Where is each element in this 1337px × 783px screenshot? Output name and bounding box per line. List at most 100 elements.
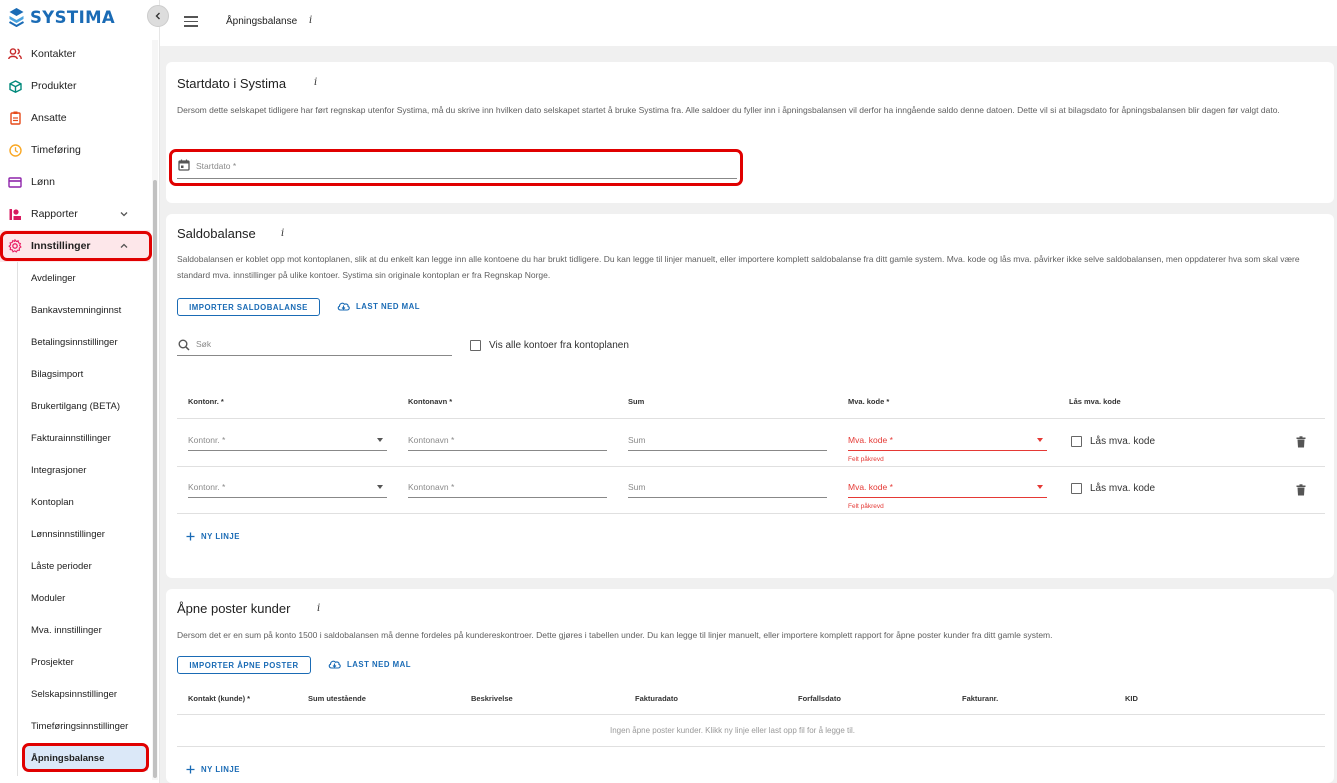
sidebar: SYSTIMA Kontakter Produkter Ansatte Time… [0,0,160,783]
kontonavn-input[interactable]: Kontonavn * [408,434,607,451]
kontonavn-placeholder: Kontonavn * [408,482,455,492]
sidebar-subitem[interactable]: Timeføringsinnstillinger [24,713,148,739]
show-all-accounts-label: Vis alle kontoer fra kontoplanen [489,340,629,351]
column-header: Sum utestående [308,694,366,703]
systima-logo[interactable]: SYSTIMA [8,6,115,28]
divider [177,714,1325,715]
systima-logo-icon [9,8,24,27]
submenu-line [17,262,18,776]
settings-gear-icon [8,239,22,253]
sidebar-subitem-apningsbalanse[interactable]: Åpningsbalanse [24,745,148,771]
chevron-up-icon [120,243,128,248]
sidebar-item-label: Lønn [31,176,55,188]
sidebar-item-label: Rapporter [31,208,78,220]
sidebar-subitem[interactable]: Betalingsinnstillinger [24,329,148,355]
badge-icon [8,111,22,125]
info-icon[interactable]: i [309,15,312,26]
kontonr-select[interactable]: Kontonr. * [188,434,387,451]
sidebar-item-timeforing[interactable]: Timeføring [0,134,150,166]
download-template-label: LAST NED MAL [356,301,421,311]
search-input[interactable]: Søk [177,335,452,356]
section-description: Dersom dette selskapet tidligere har før… [177,105,1280,115]
page-title: Åpningsbalanse [226,16,298,27]
column-header: Kontonavn * [408,397,453,406]
sidebar-subitem[interactable]: Låste perioder [24,553,148,579]
column-header: Mva. kode * [848,397,890,406]
sidebar-scrollbar[interactable] [153,180,157,778]
product-box-icon [8,79,22,93]
menu-icon[interactable] [184,16,198,28]
sidebar-item-produkter[interactable]: Produkter [0,70,150,102]
section-title: Åpne poster kunder [177,601,291,616]
sidebar-item-rapporter[interactable]: Rapporter [0,198,150,230]
column-header: Forfallsdato [798,694,841,703]
error-message: Felt påkrevd [848,456,884,463]
sidebar-item-label: Innstillinger [31,240,91,252]
divider [177,513,1325,514]
search-icon [178,339,190,351]
sum-input[interactable]: Sum [628,481,827,498]
startdato-field[interactable]: Startdato * [177,155,737,179]
las-mva-checkbox[interactable] [1071,436,1082,447]
section-title: Startdato i Systima [177,76,287,91]
plus-icon [186,532,195,541]
new-line-label: NY LINJE [201,765,240,774]
sum-input[interactable]: Sum [628,434,827,451]
sidebar-item-lonn[interactable]: Lønn [0,166,150,198]
info-icon[interactable]: i [317,603,320,614]
apne-poster-card: Åpne poster kunder i Dersom det er en su… [166,589,1334,783]
sidebar-item-ansatte[interactable]: Ansatte [0,102,150,134]
sidebar-subitem[interactable]: Bilagsimport [24,361,148,387]
sidebar-subitem[interactable]: Avdelinger [24,265,148,291]
clock-icon [8,143,22,157]
collapse-sidebar-button[interactable] [147,5,169,27]
las-mva-label: Lås mva. kode [1090,436,1156,447]
sidebar-subitem[interactable]: Selskapsinnstillinger [24,681,148,707]
mva-kode-placeholder: Mva. kode * [848,482,893,492]
sidebar-item-label: Ansatte [31,112,67,124]
sidebar-subitem[interactable]: Bankavstemninginnst [24,297,148,323]
column-header: Sum [628,397,645,406]
new-line-button[interactable]: NY LINJE [186,765,240,774]
column-header: Beskrivelse [471,694,513,703]
error-message: Felt påkrevd [848,503,884,510]
sidebar-subitem[interactable]: Integrasjoner [24,457,148,483]
divider [177,466,1325,467]
dropdown-arrow-icon [377,485,383,489]
kontonr-select[interactable]: Kontonr. * [188,481,387,498]
kontonavn-input[interactable]: Kontonavn * [408,481,607,498]
mva-kode-select[interactable]: Mva. kode * [848,481,1047,498]
startdato-card: Startdato i Systima i Dersom dette selsk… [166,62,1334,203]
sum-placeholder: Sum [628,435,646,445]
download-template-button[interactable]: LAST NED MAL [328,659,411,669]
chevron-left-icon [155,12,160,20]
sidebar-subitem[interactable]: Prosjekter [24,649,148,675]
sidebar-subitem[interactable]: Brukertilgang (BETA) [24,393,148,419]
trash-icon[interactable] [1296,484,1306,496]
import-saldobalanse-button[interactable]: IMPORTER SALDOBALANSE [177,298,320,316]
info-icon[interactable]: i [314,77,317,88]
trash-icon[interactable] [1296,436,1306,448]
section-title: Saldobalanse [177,226,256,241]
download-template-button[interactable]: LAST NED MAL [337,301,420,311]
sidebar-item-kontakter[interactable]: Kontakter [0,38,150,70]
empty-table-message: Ingen åpne poster kunder. Klikk ny linje… [610,726,856,735]
cloud-download-icon [328,660,341,669]
info-icon[interactable]: i [281,228,284,239]
sidebar-subitem[interactable]: Mva. innstillinger [24,617,148,643]
sidebar-subitem[interactable]: Lønnsinnstillinger [24,521,148,547]
show-all-accounts-checkbox[interactable] [470,340,481,351]
search-placeholder: Søk [196,339,212,349]
sidebar-subitem[interactable]: Kontoplan [24,489,148,515]
sidebar-subitem[interactable]: Moduler [24,585,148,611]
report-icon [8,207,22,221]
column-header: Fakturadato [635,694,678,703]
sidebar-item-innstillinger[interactable]: Innstillinger [0,230,150,262]
sidebar-subitem[interactable]: Fakturainnstillinger [24,425,148,451]
mva-kode-select[interactable]: Mva. kode * [848,434,1047,451]
import-apne-poster-button[interactable]: IMPORTER ÅPNE POSTER [177,656,311,674]
divider [177,746,1325,747]
las-mva-label: Lås mva. kode [1090,483,1156,494]
las-mva-checkbox[interactable] [1071,483,1082,494]
new-line-button[interactable]: NY LINJE [186,532,240,541]
